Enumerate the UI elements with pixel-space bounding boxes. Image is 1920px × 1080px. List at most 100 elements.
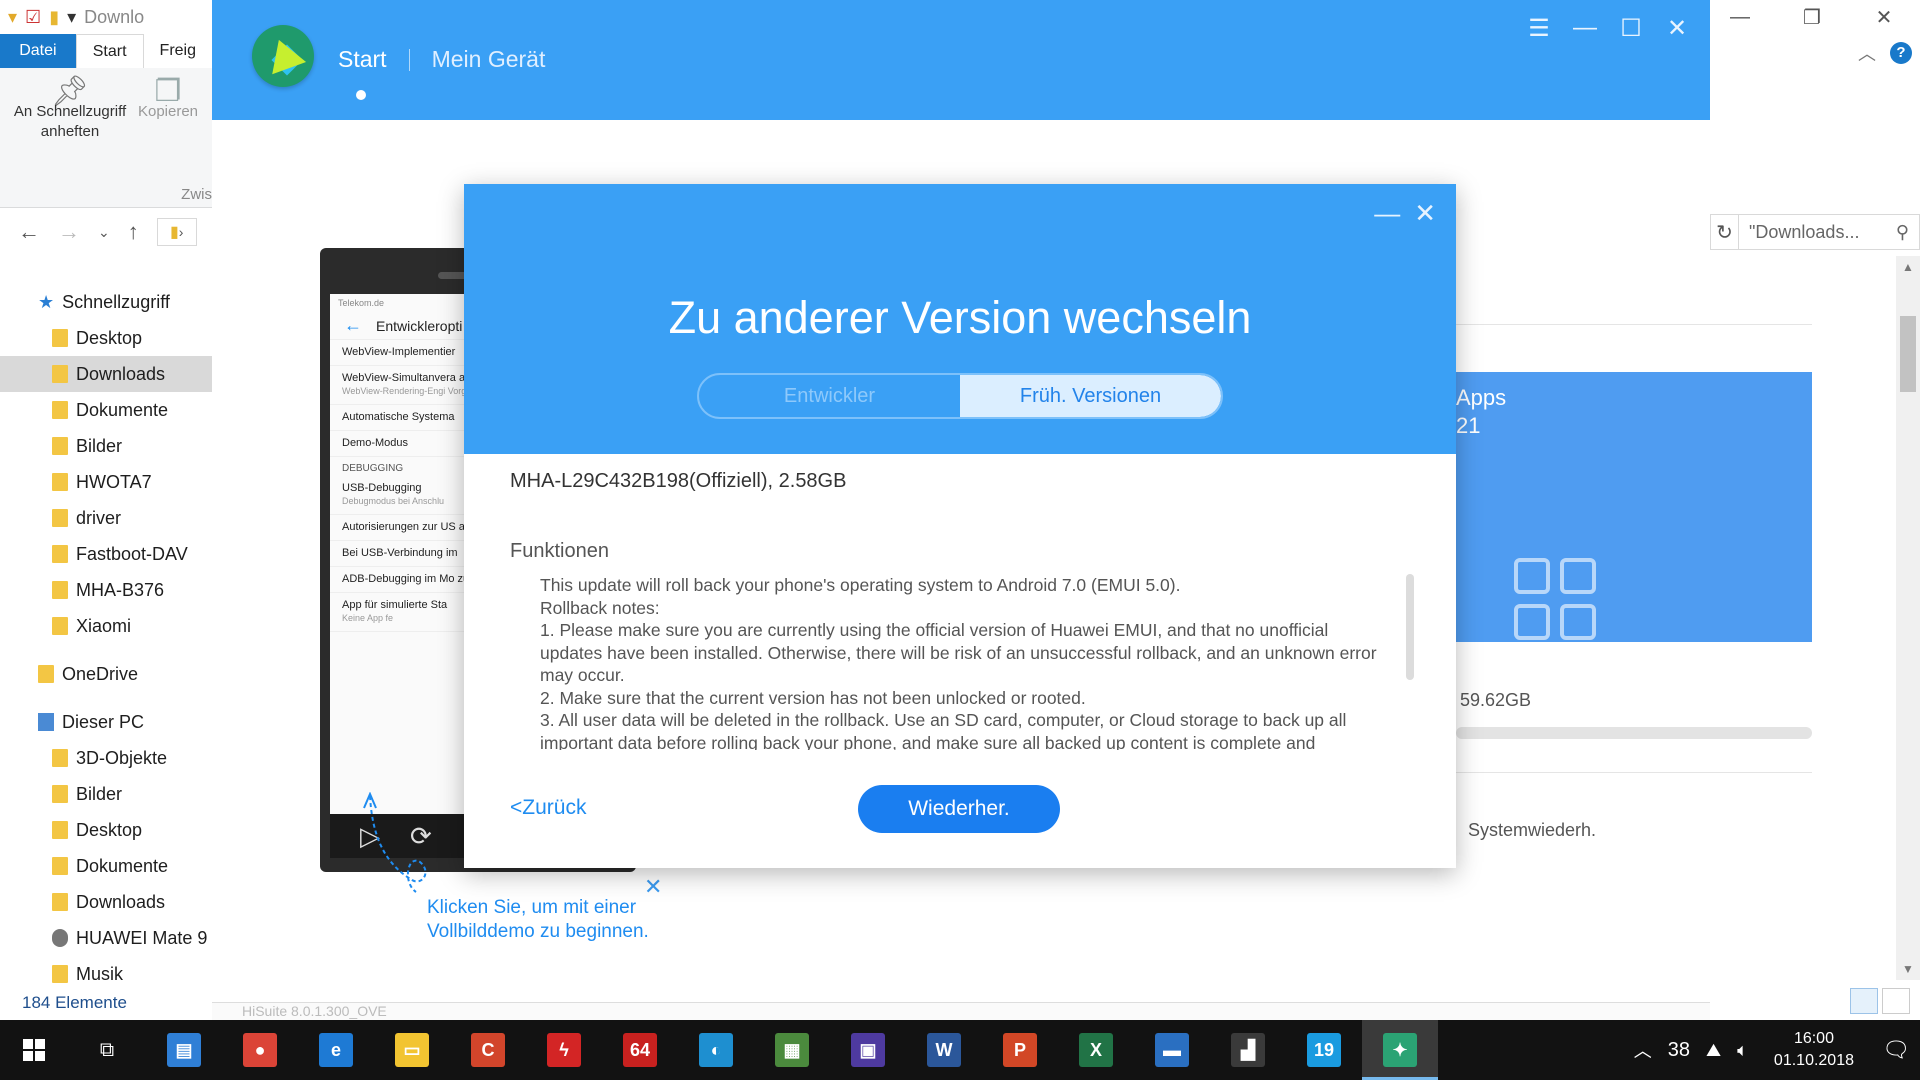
taskbar-app[interactable]: ▣ bbox=[830, 1020, 906, 1080]
system-restore-link[interactable]: Systemwiederh. bbox=[1468, 820, 1596, 841]
collapse-ribbon-icon[interactable]: ︿ bbox=[1858, 40, 1876, 66]
customize-qat-icon[interactable]: ▾ bbox=[67, 7, 76, 28]
tab-earlier-versions[interactable]: Früh. Versionen bbox=[960, 375, 1221, 417]
minimize-icon[interactable]: — bbox=[1374, 198, 1400, 229]
copy-button[interactable]: ❐ Kopieren bbox=[136, 77, 200, 122]
nav-my-device[interactable]: Mein Gerät bbox=[432, 46, 546, 73]
tree-item[interactable]: Desktop bbox=[0, 320, 212, 356]
tree-item[interactable]: ★ Schnellzugriff bbox=[0, 284, 212, 320]
tree-item[interactable]: Downloads bbox=[0, 356, 212, 392]
taskbar-app[interactable]: 64 bbox=[602, 1020, 678, 1080]
restore-button[interactable]: Wiederher. bbox=[858, 785, 1060, 833]
tree-item-label: Dokumente bbox=[76, 855, 169, 876]
vertical-scrollbar[interactable]: ▲ ▼ bbox=[1896, 256, 1920, 980]
scroll-down-icon[interactable]: ▼ bbox=[1896, 962, 1920, 976]
back-arrow-icon[interactable]: ← bbox=[18, 219, 40, 245]
taskbar-app[interactable]: e bbox=[298, 1020, 374, 1080]
taskbar-app[interactable]: 19 bbox=[1286, 1020, 1362, 1080]
tree-item[interactable]: Downloads bbox=[0, 884, 212, 920]
properties-icon[interactable]: ☑ bbox=[25, 7, 41, 28]
clock[interactable]: 16:00 01.10.2018 bbox=[1756, 1028, 1872, 1072]
nav-start[interactable]: Start bbox=[338, 46, 387, 73]
minimize-icon[interactable]: — bbox=[1704, 0, 1776, 34]
tree-item-label: HUAWEI Mate 9 bbox=[76, 927, 208, 948]
maximize-icon[interactable]: ☐ bbox=[1612, 12, 1650, 44]
taskbar-app[interactable]: W bbox=[906, 1020, 982, 1080]
tree-item-label: Musik bbox=[76, 963, 124, 984]
taskbar-app[interactable]: ▟ bbox=[1210, 1020, 1286, 1080]
tree-item[interactable]: driver bbox=[0, 500, 212, 536]
folder-down-icon[interactable]: ▾ bbox=[8, 7, 17, 28]
restore-icon[interactable]: ❐ bbox=[1776, 0, 1848, 34]
back-link[interactable]: <Zurück bbox=[510, 796, 586, 820]
tree-item[interactable]: 3D-Objekte bbox=[0, 740, 212, 776]
tab-freigeben[interactable]: Freig bbox=[144, 34, 212, 68]
tree-item[interactable]: HWOTA7 bbox=[0, 464, 212, 500]
taskbar-app[interactable]: ▦ bbox=[754, 1020, 830, 1080]
tree-item[interactable]: Musik bbox=[0, 956, 212, 992]
chrome-icon: ● bbox=[243, 1033, 277, 1067]
taskbar-app[interactable]: P bbox=[982, 1020, 1058, 1080]
taskbar-app[interactable]: C bbox=[450, 1020, 526, 1080]
new-folder-icon[interactable]: ▮ bbox=[49, 7, 59, 28]
tree-item[interactable]: Dokumente bbox=[0, 392, 212, 428]
taskbar-app[interactable]: ▤ bbox=[146, 1020, 222, 1080]
minimize-icon[interactable]: — bbox=[1566, 12, 1604, 44]
scroll-up-icon[interactable]: ▲ bbox=[1896, 260, 1920, 274]
taskbar-app[interactable]: ◐ bbox=[678, 1020, 754, 1080]
volume-icon[interactable]: 🔈︎ bbox=[1729, 1040, 1756, 1061]
up-arrow-icon[interactable]: ↑ bbox=[128, 219, 139, 245]
tree-item[interactable]: OneDrive bbox=[0, 656, 212, 692]
tree-item[interactable]: HUAWEI Mate 9 bbox=[0, 920, 212, 956]
tree-item-label: HWOTA7 bbox=[76, 471, 152, 492]
scrollbar-thumb[interactable] bbox=[1900, 316, 1916, 392]
taskbar-app[interactable]: ϟ bbox=[526, 1020, 602, 1080]
menu-icon[interactable]: ☰ bbox=[1520, 12, 1558, 44]
hisuite-icon: ✦ bbox=[1383, 1033, 1417, 1067]
taskbar-app[interactable]: ▬ bbox=[1134, 1020, 1210, 1080]
navigation-bar: ← → ⌄ ↑ ▮ › bbox=[0, 208, 212, 256]
taskbar-app[interactable]: ▭ bbox=[374, 1020, 450, 1080]
help-icon[interactable]: ? bbox=[1890, 42, 1912, 64]
large-icons-view-icon[interactable] bbox=[1882, 988, 1910, 1014]
search-input[interactable]: "Downloads... ⚲ bbox=[1738, 214, 1920, 250]
taskbar-app[interactable]: ● bbox=[222, 1020, 298, 1080]
close-hint-icon[interactable]: ✕ bbox=[644, 874, 662, 900]
action-center-icon[interactable]: 🗨︎ bbox=[1872, 1020, 1920, 1080]
tree-item[interactable]: MHA-B376 bbox=[0, 572, 212, 608]
refresh-icon[interactable]: ↻ bbox=[1710, 214, 1738, 250]
close-icon[interactable]: ✕ bbox=[1414, 198, 1436, 229]
show-hidden-icons-icon[interactable]: ︿ bbox=[1626, 1037, 1660, 1063]
taskbar-app[interactable]: ✦ bbox=[1362, 1020, 1438, 1080]
tree-item[interactable]: Fastboot-DAV bbox=[0, 536, 212, 572]
apps-card[interactable] bbox=[1456, 372, 1812, 642]
tree-item[interactable]: Dieser PC bbox=[0, 704, 212, 740]
details-view-icon[interactable] bbox=[1850, 988, 1878, 1014]
close-icon[interactable]: ✕ bbox=[1658, 12, 1696, 44]
tree-item[interactable]: Dokumente bbox=[0, 848, 212, 884]
folder-icon bbox=[52, 857, 68, 875]
tab-developer[interactable]: Entwickler bbox=[699, 375, 960, 417]
tree-item[interactable]: Desktop bbox=[0, 812, 212, 848]
flash-icon: ϟ bbox=[547, 1033, 581, 1067]
start-button[interactable] bbox=[0, 1020, 68, 1080]
tab-datei[interactable]: Datei bbox=[0, 34, 76, 68]
quick-access-toolbar: ▾ ☑ ▮ ▾ Downlo bbox=[0, 0, 212, 34]
task-view-icon[interactable]: ⧉ bbox=[68, 1020, 146, 1080]
notes-scrollbar[interactable] bbox=[1406, 574, 1414, 680]
tab-start[interactable]: Start bbox=[75, 34, 144, 68]
ribbon-group-label: Zwis bbox=[181, 186, 212, 203]
tree-item[interactable]: Xiaomi bbox=[0, 608, 212, 644]
network-icon[interactable]: ⛰ bbox=[1698, 1040, 1729, 1061]
tree-item[interactable]: Bilder bbox=[0, 428, 212, 464]
excel-icon: X bbox=[1079, 1033, 1113, 1067]
recent-locations-icon[interactable]: ⌄ bbox=[98, 224, 110, 241]
item-count: 184 Elemente bbox=[22, 993, 127, 1012]
temperature-readout[interactable]: 38 bbox=[1660, 1039, 1698, 1062]
close-icon[interactable]: ✕ bbox=[1848, 0, 1920, 34]
pin-quick-access-button[interactable]: 📌︎ An Schnellzugriff anheften bbox=[10, 77, 130, 142]
taskbar-app[interactable]: X bbox=[1058, 1020, 1134, 1080]
forward-arrow-icon[interactable]: → bbox=[58, 219, 80, 245]
tree-item[interactable]: Bilder bbox=[0, 776, 212, 812]
address-bar[interactable]: ▮ › bbox=[156, 218, 197, 246]
